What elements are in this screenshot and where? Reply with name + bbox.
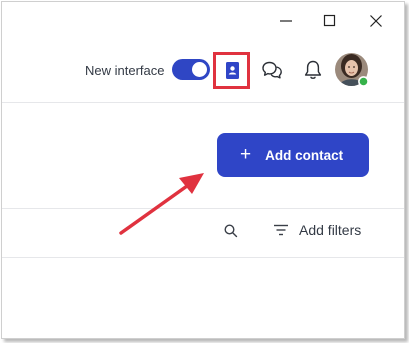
filter-divider xyxy=(2,257,404,258)
new-interface-label: New interface xyxy=(85,63,165,78)
chat-button[interactable] xyxy=(260,58,284,82)
plus-icon: + xyxy=(240,143,252,165)
add-contact-label: Add contact xyxy=(265,147,344,163)
bell-icon xyxy=(304,60,322,79)
toggle-knob xyxy=(192,62,207,77)
add-filters-button[interactable]: Add filters xyxy=(273,222,361,238)
search-icon xyxy=(224,224,238,238)
search-button[interactable] xyxy=(223,223,239,239)
contacts-book-icon xyxy=(225,61,239,79)
contacts-button[interactable] xyxy=(213,52,250,89)
online-status-dot xyxy=(358,76,369,87)
maximize-icon xyxy=(323,14,336,27)
chat-icon xyxy=(262,61,282,79)
app-window: New interface + Add contact Add filters xyxy=(1,1,405,339)
avatar-image xyxy=(335,53,369,87)
notifications-button[interactable] xyxy=(301,58,325,82)
filter-icon xyxy=(274,224,288,236)
close-icon xyxy=(370,15,382,27)
close-button[interactable] xyxy=(364,9,388,33)
minimize-icon xyxy=(280,20,292,22)
header-divider xyxy=(2,102,404,103)
minimize-button[interactable] xyxy=(274,9,298,33)
new-interface-toggle[interactable] xyxy=(172,59,210,80)
toolbar-divider xyxy=(2,208,404,209)
add-filters-label: Add filters xyxy=(299,222,362,238)
maximize-button[interactable] xyxy=(318,9,342,33)
add-contact-button[interactable]: + Add contact xyxy=(217,133,369,177)
user-avatar[interactable] xyxy=(335,53,369,87)
